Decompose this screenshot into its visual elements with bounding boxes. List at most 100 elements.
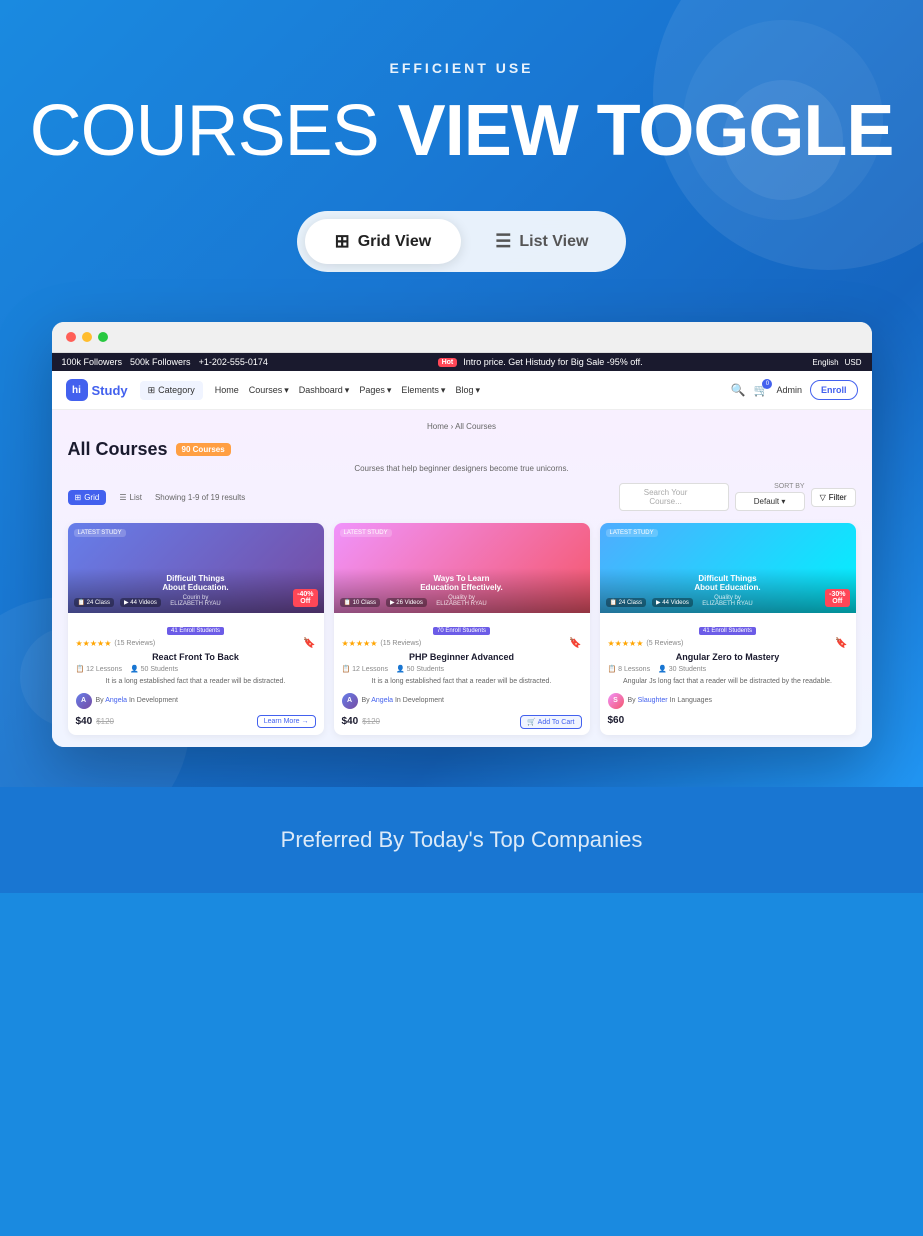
- card-stats-bar-1: 📋 24 Class ▶ 44 Videos: [74, 598, 161, 607]
- chevron-down-icon5: ▾: [475, 385, 480, 396]
- course-image-2: LATEST STUDY Ways To LearnEducation Effe…: [334, 523, 590, 613]
- card-price-2: $40 $120: [342, 716, 380, 727]
- lessons-3: 📋 8 Lessons: [608, 665, 651, 673]
- discount-badge-1: -40%Off: [293, 589, 317, 607]
- nav-home[interactable]: Home: [215, 385, 239, 395]
- browser-mockup: 100k Followers 500k Followers +1-202-555…: [52, 322, 872, 747]
- card-rating-3: ★★★★★ (5 Reviews) 🔖: [608, 638, 848, 649]
- grid-label: Grid: [84, 493, 99, 502]
- add-to-cart-button-2[interactable]: 🛒 Add To Cart: [520, 715, 581, 729]
- breadcrumb-current: All Courses: [455, 422, 496, 431]
- list-view-button[interactable]: ☰ List View: [465, 219, 618, 264]
- grid-icon-small: ⊞: [75, 493, 82, 502]
- price-old-1: $120: [96, 717, 114, 726]
- grid-small-icon: ⊞: [148, 385, 156, 396]
- course-image-3: LATEST STUDY Difficult ThingsAbout Educa…: [600, 523, 856, 613]
- filter-button[interactable]: ▽ Filter: [811, 488, 856, 507]
- author-avatar-2: A: [342, 693, 358, 709]
- category-button[interactable]: ⊞ Category: [140, 381, 203, 400]
- currency-selector[interactable]: USD: [845, 358, 862, 367]
- deco-circle-1: [683, 20, 883, 220]
- course-count-badge: 90 Courses: [176, 443, 231, 456]
- chevron-down-icon: ▾: [284, 385, 289, 396]
- bookmark-1[interactable]: 🔖: [303, 638, 315, 649]
- hero-title: COURSES VIEW TOGGLE: [20, 92, 903, 171]
- page-header: All Courses 90 Courses: [68, 439, 856, 460]
- followers-100k: 100k Followers: [62, 357, 123, 367]
- grid-view-button[interactable]: ⊞ Grid View: [305, 219, 462, 264]
- reviews-3: (5 Reviews): [646, 640, 683, 647]
- author-avatar-3: S: [608, 693, 624, 709]
- card-rating-2: ★★★★★ (15 Reviews) 🔖: [342, 638, 582, 649]
- author-text-2: By Angela In Development: [362, 697, 445, 704]
- list-icon: ☰: [495, 231, 511, 252]
- nav-pages[interactable]: Pages ▾: [359, 385, 391, 396]
- nav-elements[interactable]: Elements ▾: [401, 385, 445, 396]
- nav-blog[interactable]: Blog ▾: [455, 385, 480, 396]
- announce-right: English USD: [812, 358, 861, 367]
- page-content: Home › All Courses All Courses 90 Course…: [52, 410, 872, 747]
- discount-badge-3: -30%Off: [825, 589, 849, 607]
- learn-more-button-1[interactable]: Learn More →: [257, 715, 316, 728]
- course-card-2: LATEST STUDY Ways To LearnEducation Effe…: [334, 523, 590, 735]
- list-view-toggle[interactable]: ☰ List: [112, 490, 149, 505]
- logo-text: Study: [92, 383, 128, 398]
- cart-icon[interactable]: 🛒 0: [754, 383, 769, 397]
- card-body-2: 70 Enroll Students ★★★★★ (15 Reviews) 🔖 …: [334, 613, 590, 735]
- video-count-1: ▶ 44 Videos: [120, 598, 161, 607]
- category-label: Category: [158, 385, 195, 395]
- card-desc-2: It is a long established fact that a rea…: [342, 677, 582, 687]
- chevron-down-sort: ▾: [781, 497, 785, 506]
- view-toggle-container: ⊞ Grid View ☰ List View: [297, 211, 627, 272]
- hero-section: EFFICIENT USE COURSES VIEW TOGGLE ⊞ Grid…: [0, 0, 923, 787]
- admin-label[interactable]: Admin: [776, 385, 802, 395]
- breadcrumb-home: Home: [427, 422, 448, 431]
- card-desc-3: Angular Js long fact that a reader will …: [608, 677, 848, 687]
- course-title-2: PHP Beginner Advanced: [342, 652, 582, 662]
- card-footer-1: $40 $120 Learn More →: [76, 715, 316, 728]
- filter-right: Search Your Course... SORT BY Default ▾ …: [619, 483, 856, 511]
- chevron-down-icon4: ▾: [441, 385, 446, 396]
- maximize-dot: [98, 332, 108, 342]
- courses-grid: LATEST STUDY Difficult ThingsAbout Educa…: [68, 523, 856, 735]
- results-count: Showing 1-9 of 19 results: [155, 493, 245, 502]
- card-footer-3: $60: [608, 715, 848, 726]
- sort-label: SORT BY: [774, 483, 804, 490]
- card-author-1: A By Angela In Development: [76, 693, 316, 709]
- bookmark-3[interactable]: 🔖: [835, 638, 847, 649]
- enroll-button[interactable]: Enroll: [810, 380, 858, 400]
- author-text-1: By Angela In Development: [96, 697, 179, 704]
- price-old-2: $120: [362, 717, 380, 726]
- bookmark-2[interactable]: 🔖: [569, 638, 581, 649]
- filter-bar: ⊞ Grid ☰ List Showing 1-9 of 19 results …: [68, 483, 856, 511]
- reviews-2: (15 Reviews): [380, 640, 421, 647]
- card-meta-3: 📋 8 Lessons 👤 30 Students: [608, 665, 848, 673]
- browser-chrome: [52, 322, 872, 353]
- promo-text: Intro price. Get Histudy for Big Sale -9…: [463, 357, 642, 367]
- bottom-section: Preferred By Today's Top Companies: [0, 787, 923, 893]
- video-count-3: ▶ 44 Videos: [652, 598, 693, 607]
- search-icon[interactable]: 🔍: [731, 383, 746, 397]
- filter-icon: ▽: [820, 493, 826, 502]
- card-author-3: S By Slaughter In Languages: [608, 693, 848, 709]
- card-meta-1: 📋 12 Lessons 👤 50 Students: [76, 665, 316, 673]
- deco-circle-2: [723, 80, 843, 200]
- card-footer-2: $40 $120 🛒 Add To Cart: [342, 715, 582, 729]
- nav-courses[interactable]: Courses ▾: [249, 385, 289, 396]
- language-selector[interactable]: English: [812, 358, 838, 367]
- reviews-1: (15 Reviews): [114, 640, 155, 647]
- followers-500k: 500k Followers: [130, 357, 191, 367]
- grid-view-label: Grid View: [358, 233, 432, 251]
- card-stats-bar-3: 📋 24 Class ▶ 44 Videos: [606, 598, 693, 607]
- grid-view-toggle[interactable]: ⊞ Grid: [68, 490, 107, 505]
- enroll-badge-1: 41 Enroll Students: [167, 627, 224, 635]
- nav-dashboard[interactable]: Dashboard ▾: [299, 385, 350, 396]
- enroll-badge-2: 70 Enroll Students: [433, 627, 490, 635]
- logo-icon: hi: [66, 379, 88, 401]
- breadcrumb: Home › All Courses: [68, 422, 856, 431]
- sort-select[interactable]: Default ▾: [735, 492, 805, 511]
- course-search-input[interactable]: Search Your Course...: [619, 483, 729, 511]
- class-count-1: 📋 24 Class: [74, 598, 114, 607]
- card-body-3: 41 Enroll Students ★★★★★ (5 Reviews) 🔖 A…: [600, 613, 856, 732]
- logo: hi Study: [66, 379, 128, 401]
